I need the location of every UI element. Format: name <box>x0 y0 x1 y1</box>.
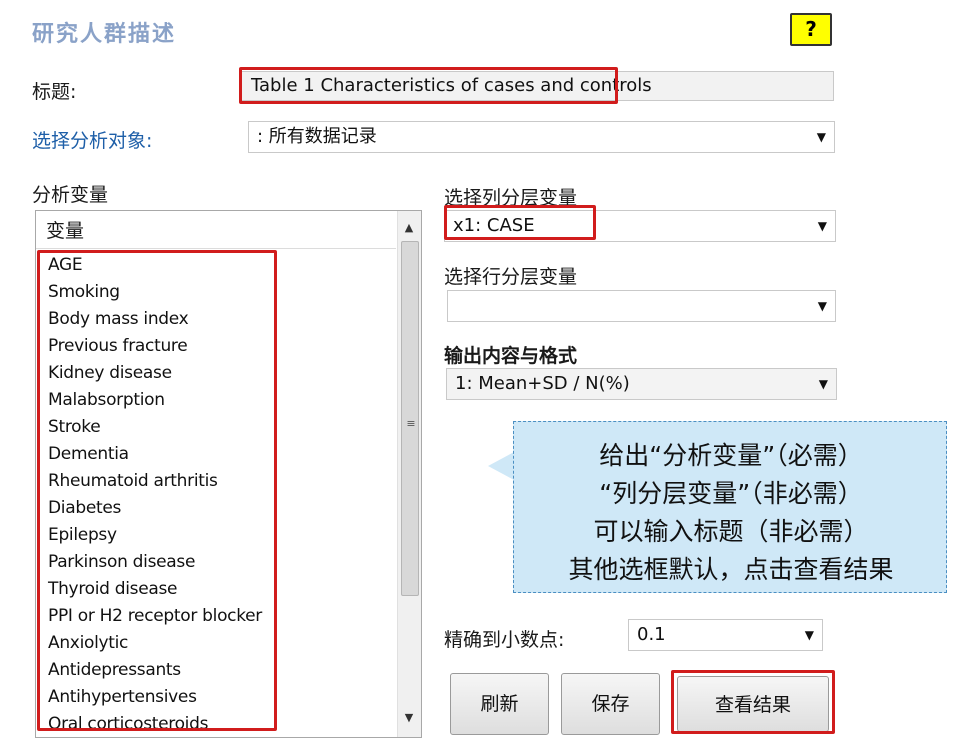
chevron-down-icon: ▼ <box>804 628 814 642</box>
decimal-value: 0.1 <box>637 624 666 645</box>
decimal-label: 精确到小数点: <box>444 629 565 651</box>
var-section-label: 分析变量 <box>32 184 109 206</box>
subject-label: 选择分析对象: <box>32 130 153 152</box>
window-title: 研究人群描述 <box>32 22 177 47</box>
scroll-down-icon[interactable]: ▼ <box>398 711 420 724</box>
scrollbar-thumb[interactable]: ≡ <box>401 241 419 596</box>
list-scrollbar[interactable]: ▲ ≡ ▼ <box>397 211 421 737</box>
col-strat-highlight-box <box>444 205 596 240</box>
row-strat-label: 选择行分层变量 <box>444 266 578 288</box>
decimal-select[interactable]: 0.1 ▼ <box>628 619 823 651</box>
save-button[interactable]: 保存 <box>561 673 660 735</box>
subject-select[interactable]: : 所有数据记录 ▼ <box>248 121 835 153</box>
chevron-down-icon: ▼ <box>817 299 827 313</box>
variable-highlight-box <box>37 250 277 731</box>
callout-tail <box>488 452 514 480</box>
callout-line: 其他选框默认，点击查看结果 <box>568 555 894 584</box>
chevron-down-icon: ▼ <box>817 219 827 233</box>
title-label: 标题: <box>32 81 77 103</box>
chevron-down-icon: ▼ <box>818 377 828 391</box>
callout-line: 给出“分析变量”（必需） <box>599 441 863 470</box>
scroll-up-icon[interactable]: ▲ <box>398 221 420 234</box>
instruction-callout: 给出“分析变量”（必需） “列分层变量”（非必需） 可以输入标题（非必需） 其他… <box>513 421 947 593</box>
callout-line: “列分层变量”（非必需） <box>599 479 863 508</box>
output-select[interactable]: 1: Mean+SD / N(%) ▼ <box>446 368 837 400</box>
refresh-button[interactable]: 刷新 <box>450 673 549 735</box>
subject-select-value: : 所有数据记录 <box>257 126 377 147</box>
grip-icon: ≡ <box>406 417 416 430</box>
row-strat-select[interactable]: ▼ <box>447 290 836 322</box>
output-value: 1: Mean+SD / N(%) <box>455 373 630 394</box>
chevron-down-icon: ▼ <box>816 130 826 144</box>
title-highlight-box <box>239 67 618 104</box>
view-results-highlight-box <box>671 670 835 734</box>
help-button[interactable]: ? <box>790 13 832 46</box>
output-label: 输出内容与格式 <box>444 345 578 367</box>
callout-line: 可以输入标题（非必需） <box>593 517 869 546</box>
variable-list-header: 变量 <box>36 211 396 249</box>
